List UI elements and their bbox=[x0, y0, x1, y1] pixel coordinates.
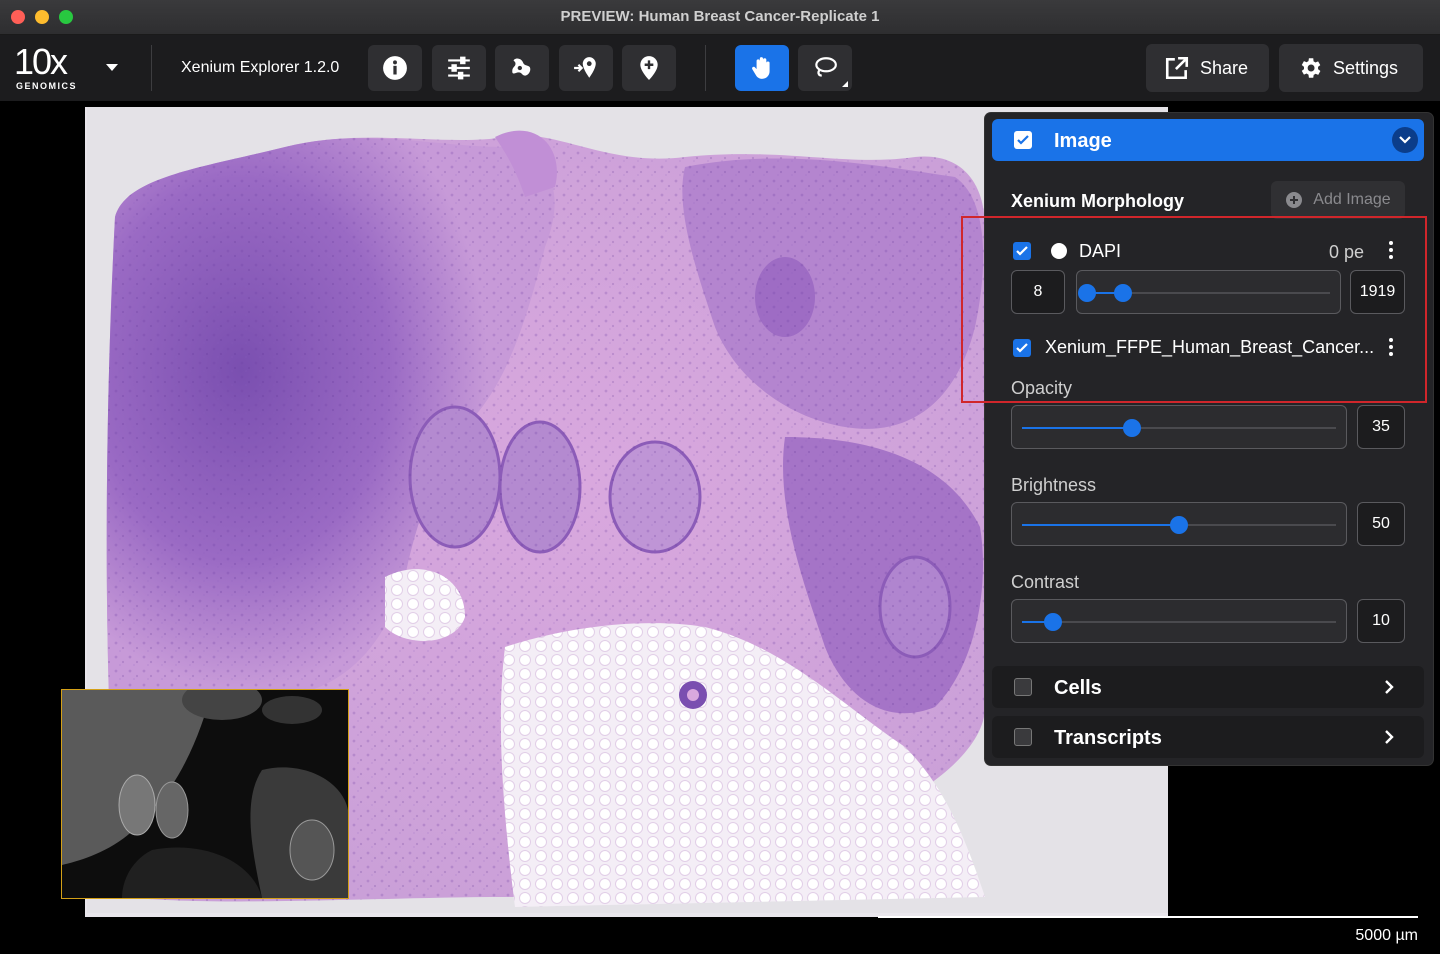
brightness-slider[interactable] bbox=[1011, 502, 1347, 546]
opacity-slider[interactable] bbox=[1011, 405, 1347, 449]
add-image-label: Add Image bbox=[1313, 191, 1391, 208]
morphology-group-title: Xenium Morphology bbox=[1011, 191, 1184, 211]
add-image-button[interactable]: Add Image bbox=[1271, 181, 1405, 219]
cells-checkbox[interactable] bbox=[1014, 678, 1032, 696]
slider-fill bbox=[1022, 427, 1132, 429]
share-button[interactable]: Share bbox=[1146, 44, 1269, 92]
region-icon bbox=[512, 58, 531, 76]
slider-rail bbox=[1022, 621, 1336, 623]
contrast-slider-handle[interactable] bbox=[1044, 613, 1063, 631]
opacity-input[interactable]: 35 bbox=[1357, 405, 1405, 449]
info-icon bbox=[383, 56, 407, 80]
transcripts-checkbox[interactable] bbox=[1014, 728, 1032, 746]
opacity-slider-handle[interactable] bbox=[1122, 419, 1141, 437]
contrast-label: Contrast bbox=[1011, 572, 1080, 592]
dapi-overview-image bbox=[62, 690, 348, 898]
add-point-button[interactable] bbox=[559, 45, 613, 91]
gear-icon bbox=[1301, 58, 1321, 78]
toolbar-divider bbox=[151, 45, 152, 91]
logo-brand: GENOMICS bbox=[16, 81, 78, 91]
region-button[interactable] bbox=[495, 45, 549, 91]
settings-label: Settings bbox=[1333, 57, 1399, 78]
window-title-bar: PREVIEW: Human Breast Cancer-Replicate 1 bbox=[0, 0, 1440, 35]
pin-icon bbox=[640, 56, 658, 80]
brightness-label: Brightness bbox=[1011, 475, 1097, 495]
chevron-right-icon[interactable] bbox=[1380, 728, 1398, 746]
cells-section-header[interactable]: Cells bbox=[992, 666, 1424, 708]
checkmark-icon bbox=[1017, 135, 1029, 145]
contrast-input[interactable]: 10 bbox=[1357, 599, 1405, 643]
brightness-input[interactable]: 50 bbox=[1357, 502, 1405, 546]
window-title: PREVIEW: Human Breast Cancer-Replicate 1 bbox=[560, 8, 880, 25]
slider-fill bbox=[1022, 524, 1179, 526]
app-name: Xenium Explorer 1.2.0 bbox=[181, 59, 340, 76]
layers-panel: Image Xenium Morphology Add Image DAPI 0… bbox=[985, 113, 1433, 765]
scale-bar-label: 5000 µm bbox=[1355, 927, 1418, 944]
lasso-tool-button[interactable] bbox=[798, 45, 852, 91]
share-icon bbox=[1165, 56, 1189, 80]
sliders-icon bbox=[448, 56, 470, 80]
hand-icon bbox=[752, 57, 770, 79]
chevron-down-icon[interactable] bbox=[1392, 127, 1418, 153]
lasso-icon bbox=[815, 57, 837, 77]
lasso-options-corner-icon bbox=[842, 81, 848, 87]
dapi-overview-thumbnail[interactable] bbox=[61, 689, 349, 899]
pin-button[interactable] bbox=[622, 45, 676, 91]
image-section-checkbox[interactable] bbox=[1014, 131, 1032, 149]
main-toolbar: 10x GENOMICS Xenium Explorer 1.2.0 Share… bbox=[0, 35, 1440, 101]
highlight-annotation-box bbox=[961, 216, 1427, 403]
cells-label: Cells bbox=[1054, 677, 1102, 699]
adjustments-button[interactable] bbox=[432, 45, 486, 91]
scale-bar bbox=[878, 916, 1418, 918]
toolbar-divider bbox=[705, 45, 706, 91]
settings-button[interactable]: Settings bbox=[1279, 44, 1423, 92]
add-point-icon bbox=[574, 57, 596, 78]
chevron-right-icon[interactable] bbox=[1380, 678, 1398, 696]
image-section-label: Image bbox=[1054, 130, 1112, 152]
plus-circle-icon bbox=[1286, 192, 1303, 208]
10x-genomics-logo[interactable]: 10x GENOMICS bbox=[14, 41, 94, 91]
contrast-slider[interactable] bbox=[1011, 599, 1347, 643]
transcripts-label: Transcripts bbox=[1054, 727, 1162, 749]
logo-mark: 10x bbox=[14, 41, 68, 82]
app-menu-chevron-down-icon[interactable] bbox=[106, 64, 118, 71]
info-button[interactable] bbox=[368, 45, 422, 91]
image-section-header[interactable]: Image bbox=[992, 119, 1424, 161]
share-label: Share bbox=[1200, 57, 1249, 78]
pan-tool-button[interactable] bbox=[735, 45, 789, 91]
transcripts-section-header[interactable]: Transcripts bbox=[992, 716, 1424, 758]
brightness-slider-handle[interactable] bbox=[1170, 516, 1188, 534]
